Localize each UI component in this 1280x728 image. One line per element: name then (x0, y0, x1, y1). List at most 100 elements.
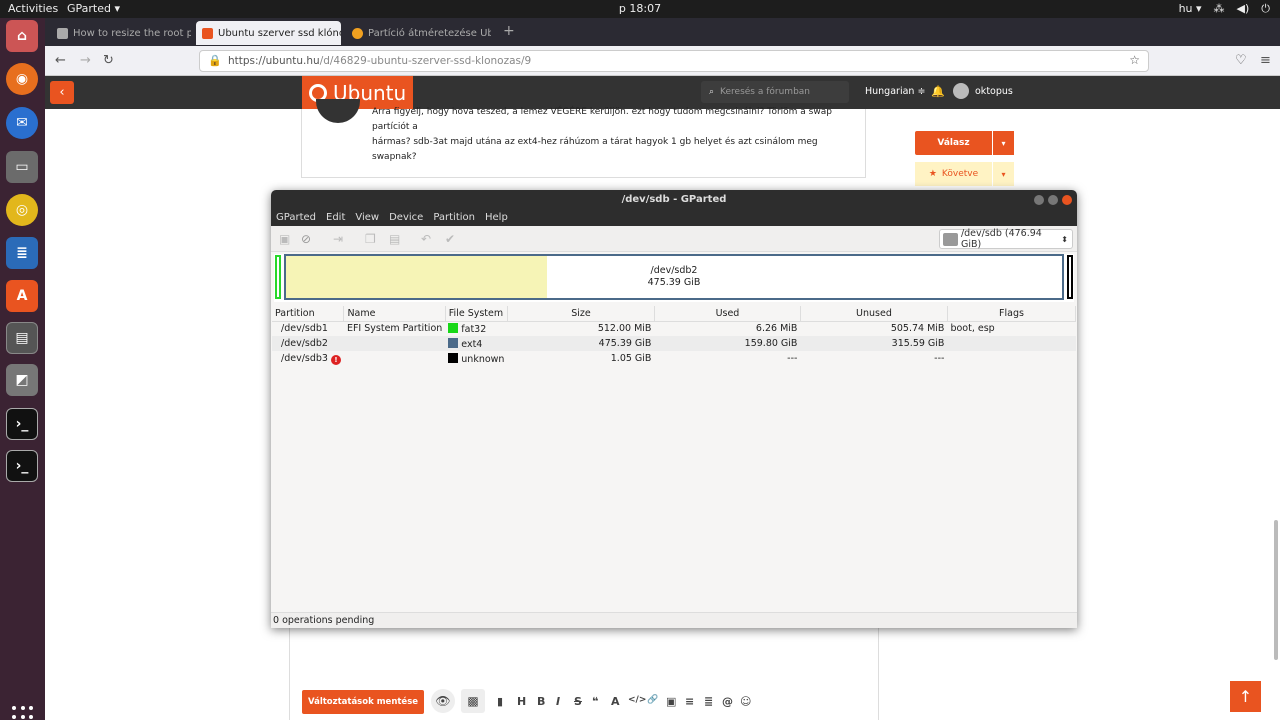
activities-button[interactable]: Activities (8, 2, 58, 15)
files-icon[interactable]: ▭ (6, 151, 38, 183)
pocket-icon[interactable]: ♡ (1235, 53, 1247, 68)
page-scrollbar[interactable] (1274, 520, 1278, 660)
column-header[interactable]: Flags (947, 306, 1077, 322)
menu-gparted[interactable]: GParted (276, 212, 316, 223)
disk-usage-icon[interactable]: ◩ (6, 364, 38, 396)
app-menu-button[interactable]: GParted ▾ (67, 2, 120, 15)
power-icon[interactable]: ⏻ (1261, 2, 1270, 16)
column-header[interactable]: Name (343, 306, 446, 322)
new-partition-icon[interactable]: ▣ (279, 232, 290, 246)
reply-dropdown-icon[interactable]: ▾ (993, 131, 1014, 155)
rhythmbox-icon[interactable]: ◎ (6, 194, 38, 226)
gparted-icon[interactable]: ▤ (6, 322, 38, 354)
keyboard-layout[interactable]: hu ▾ (1179, 2, 1202, 16)
paste-icon[interactable]: ▤ (389, 232, 400, 246)
device-label: /dev/sdb (476.94 GiB) (960, 228, 1042, 250)
link-icon[interactable]: 🔗 (647, 695, 658, 705)
map-partition-sdb1[interactable] (275, 255, 281, 299)
url-bar[interactable]: 🔒 https://ubuntu.hu/d/46829-ubuntu-szerv… (199, 50, 1149, 72)
delete-icon[interactable]: ⊘ (301, 232, 311, 246)
used-value: 6.26 MiB (755, 323, 798, 335)
unused-value: 505.74 MiB (890, 323, 945, 335)
writer-icon[interactable]: ≣ (6, 237, 38, 269)
firefox-icon[interactable]: ◉ (6, 63, 38, 95)
thunderbird-icon[interactable]: ✉ (6, 107, 38, 139)
save-changes-button[interactable]: Változtatások mentése (302, 690, 424, 714)
browser-tab[interactable]: How to resize the root pa × (51, 21, 191, 45)
mention-icon[interactable]: @ (722, 695, 733, 708)
strikethrough-icon[interactable]: S (574, 695, 582, 708)
resize-move-icon[interactable]: ⇥ (333, 232, 343, 246)
column-header[interactable]: Unused (800, 306, 948, 322)
menu-view[interactable]: View (355, 212, 379, 223)
browser-tab[interactable]: Partíció átméretezése Ub × (346, 21, 491, 45)
close-icon[interactable] (1062, 195, 1072, 205)
network-icon[interactable]: ⁂ (1214, 2, 1225, 16)
bookmark-star-icon[interactable]: ☆ (1129, 53, 1140, 67)
flags-value: boot, esp (950, 323, 995, 335)
tab-favicon-icon (202, 27, 213, 39)
back-icon[interactable]: ← (55, 53, 66, 68)
menu-help[interactable]: Help (485, 212, 508, 223)
forward-icon[interactable]: → (80, 53, 91, 68)
table-row[interactable]: /dev/sdb2 ext4 475.39 GiB 159.80 GiB 315… (272, 336, 1076, 351)
preview-icon[interactable]: 👁 (431, 689, 455, 713)
clock[interactable]: p 18:07 (0, 2, 1280, 15)
software-center-icon[interactable]: A (6, 280, 38, 312)
scroll-to-top-button[interactable]: ↑ (1230, 681, 1261, 712)
ubuntu-software-icon[interactable]: ⌂ (6, 20, 38, 52)
forum-search-input[interactable]: ⌕ Keresés a fórumban (701, 81, 849, 103)
username[interactable]: oktopus (975, 86, 1013, 97)
menu-partition[interactable]: Partition (433, 212, 475, 223)
terminal-icon[interactable]: ›_ (6, 450, 38, 482)
warning-icon[interactable]: ! (330, 354, 341, 365)
device-select[interactable]: /dev/sdb (476.94 GiB) ⬍ (939, 228, 1073, 250)
bold-icon[interactable]: B (537, 695, 545, 708)
copy-icon[interactable]: ❐ (365, 232, 376, 246)
window-titlebar[interactable]: /dev/sdb - GParted GParted Edit View Dev… (271, 190, 1077, 226)
heading-icon[interactable]: H (517, 695, 526, 708)
follow-button[interactable]: ★ Követve (915, 162, 992, 186)
apply-icon[interactable]: ✔ (445, 232, 455, 246)
quote-icon[interactable]: ❝ (592, 695, 598, 708)
volume-icon[interactable]: ◀) (1237, 2, 1250, 16)
show-applications-icon[interactable] (12, 706, 34, 728)
menu-icon[interactable]: ≡ (1260, 53, 1271, 68)
post-avatar[interactable] (316, 99, 360, 123)
notifications-icon[interactable]: 🔔 (931, 85, 945, 98)
language-select[interactable]: Hungarian ≑ (865, 86, 925, 97)
follow-dropdown-icon[interactable]: ▾ (993, 162, 1014, 186)
menu-device[interactable]: Device (389, 212, 423, 223)
unordered-list-icon[interactable]: ≡ (685, 695, 694, 708)
column-header[interactable]: Size (507, 306, 655, 322)
browser-nav-bar: ← → ↻ 🔒 https://ubuntu.hu/d/46829-ubuntu… (45, 46, 1280, 76)
minimize-icon[interactable] (1034, 195, 1044, 205)
lock-icon[interactable]: 🔒 (208, 54, 222, 67)
ordered-list-icon[interactable]: ≣ (704, 695, 713, 708)
italic-icon[interactable]: I (556, 695, 560, 708)
map-partition-sdb3[interactable] (1067, 255, 1073, 299)
image-upload-icon[interactable]: ▩ (461, 689, 485, 713)
attachment-icon[interactable]: ▮ (497, 695, 503, 708)
table-row[interactable]: /dev/sdb1 EFI System Partition fat32 512… (272, 321, 1076, 336)
user-avatar[interactable] (953, 83, 969, 99)
column-header[interactable]: Used (654, 306, 801, 322)
maximize-icon[interactable] (1048, 195, 1058, 205)
emoji-icon[interactable]: ☺ (740, 695, 751, 708)
column-header[interactable]: File System (445, 306, 508, 322)
reply-button[interactable]: Válasz (915, 131, 992, 155)
system-tray[interactable]: hu ▾ ⁂ ◀) ⏻ (1179, 2, 1270, 16)
column-header[interactable]: Partition (272, 306, 345, 322)
reload-icon[interactable]: ↻ (103, 53, 114, 68)
map-partition-sdb2[interactable]: /dev/sdb2 475.39 GiB (284, 254, 1064, 300)
table-row[interactable]: /dev/sdb3! unknown 1.05 GiB --- --- (272, 351, 1076, 366)
code-icon[interactable]: </> (628, 695, 646, 705)
forum-back-button[interactable]: ‹ (50, 81, 74, 104)
terminal-icon[interactable]: ›_ (6, 408, 38, 440)
spoiler-icon[interactable]: A (611, 695, 620, 708)
undo-icon[interactable]: ↶ (421, 232, 431, 246)
new-tab-button[interactable]: + (503, 23, 515, 39)
browser-tab-active[interactable]: Ubuntu szerver ssd klónoz × (196, 21, 341, 45)
menu-edit[interactable]: Edit (326, 212, 345, 223)
image-icon[interactable]: ▣ (666, 695, 676, 708)
